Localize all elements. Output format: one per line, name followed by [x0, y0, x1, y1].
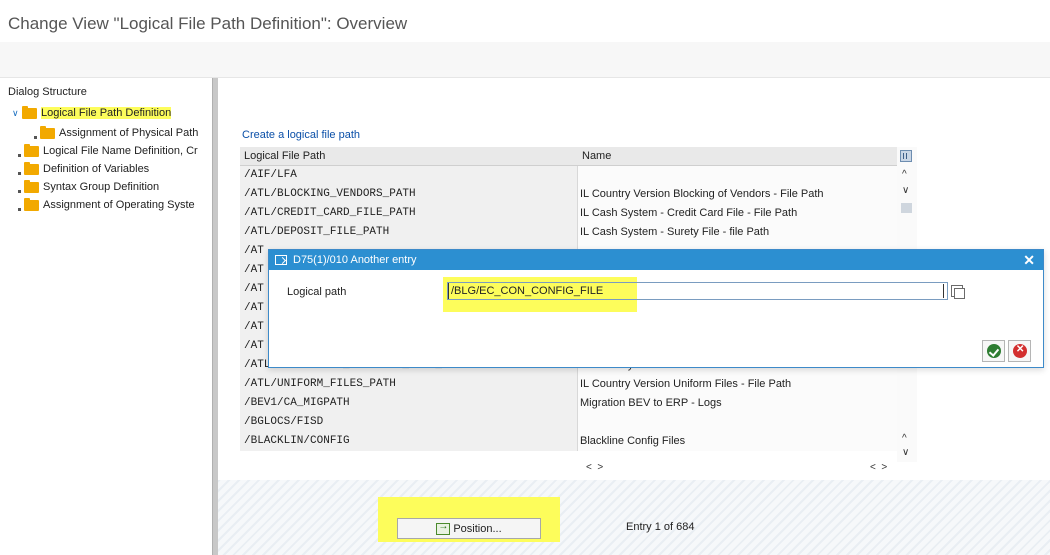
column-header-name[interactable]: Name [578, 147, 897, 166]
tree-item-syntax-group-definition[interactable]: Syntax Group Definition [16, 179, 212, 195]
text-cursor-end [941, 284, 944, 298]
tree-item-label: Logical File Path Definition [41, 107, 172, 119]
table-row[interactable]: /BLACKLIN/CONFIG Blackline Config Files [240, 432, 897, 451]
dialog-structure-heading: Dialog Structure [8, 86, 87, 98]
folder-icon [24, 161, 39, 175]
application-toolbar [0, 42, 1050, 78]
table-row[interactable]: /ATL/CREDIT_CARD_FILE_PATH IL Cash System… [240, 204, 897, 223]
cell-name[interactable]: Blackline Config Files [578, 432, 897, 451]
logical-path-input[interactable]: /BLG/EC_CON_CONFIG_FILE [447, 282, 948, 300]
footer-hatch [218, 480, 1050, 555]
chevron-down-icon[interactable]: ∨ [12, 108, 22, 119]
value-help-icon[interactable] [949, 283, 965, 299]
folder-icon [22, 105, 37, 119]
cell-name[interactable]: IL Country Version Uniform Files - File … [578, 375, 897, 394]
scroll-down-icon[interactable]: ∨ [902, 185, 909, 196]
tree-item-label: Assignment of Operating Syste [43, 199, 195, 211]
logical-path-value: /BLG/EC_CON_CONFIG_FILE [451, 285, 604, 297]
bullet-icon [16, 203, 24, 208]
table-row[interactable]: /ATL/BLOCKING_VENDORS_PATH IL Country Ver… [240, 185, 897, 204]
table-row[interactable]: /BEV1/CA_MIGPATH Migration BEV to ERP - L… [240, 394, 897, 413]
tree-item-label: Assignment of Physical Path [59, 127, 199, 139]
bullet-icon [32, 131, 40, 136]
logical-path-label: Logical path [287, 286, 347, 298]
title-bar: Change View "Logical File Path Definitio… [0, 0, 1050, 42]
position-button[interactable]: Position... [397, 518, 541, 539]
folder-icon [24, 197, 39, 211]
folder-icon [24, 143, 39, 157]
folder-icon [40, 125, 55, 139]
dialog-structure-panel: Dialog Structure ∨ Logical File Path Def… [0, 78, 226, 555]
entry-counter: Entry 1 of 684 [626, 521, 695, 533]
tree-item-definition-of-variables[interactable]: Definition of Variables [16, 161, 212, 177]
tree-item-assignment-operating-system[interactable]: Assignment of Operating Syste [16, 197, 212, 213]
cell-logical-file-path[interactable]: /BEV1/CA_MIGPATH [240, 394, 578, 413]
tree-item-label: Syntax Group Definition [43, 181, 160, 193]
table-row[interactable]: /ATL/DEPOSIT_FILE_PATH IL Cash System - S… [240, 223, 897, 242]
cell-name[interactable] [578, 413, 897, 432]
scroll-up-icon[interactable]: ^ [902, 433, 907, 444]
folder-icon [24, 179, 39, 193]
column-settings-icon[interactable] [900, 150, 912, 162]
position-icon [436, 521, 451, 535]
tree-item-assignment-physical-path[interactable]: Assignment of Physical Path [32, 125, 212, 141]
bullet-icon [16, 185, 24, 190]
create-logical-file-path-link[interactable]: Create a logical file path [242, 129, 360, 141]
cell-name[interactable] [578, 166, 897, 185]
cell-name[interactable]: Migration BEV to ERP - Logs [578, 394, 897, 413]
scroll-down-icon[interactable]: ∨ [902, 447, 909, 458]
cell-logical-file-path[interactable]: /BLACKLIN/CONFIG [240, 432, 578, 451]
tree-item-label: Logical File Name Definition, Cr [43, 145, 198, 157]
position-button-label: Position... [453, 522, 502, 535]
cell-name[interactable]: IL Cash System - Credit Card File - File… [578, 204, 897, 223]
cell-logical-file-path[interactable]: /ATL/DEPOSIT_FILE_PATH [240, 223, 578, 242]
dialog-title-bar: D75(1)/010 Another entry [269, 250, 1043, 270]
table-row[interactable]: /BGLOCS/FISD [240, 413, 897, 432]
horizontal-scroll-arrows-name[interactable]: < > [586, 462, 603, 478]
text-cursor [448, 283, 451, 299]
cancel-button[interactable] [1008, 340, 1031, 362]
tree-item-logical-file-path-definition[interactable]: ∨ Logical File Path Definition [12, 105, 172, 121]
bullet-icon [16, 167, 24, 172]
cell-logical-file-path[interactable]: /BGLOCS/FISD [240, 413, 578, 432]
tree-item-label: Definition of Variables [43, 163, 150, 175]
tree-item-logical-file-name-definition[interactable]: Logical File Name Definition, Cr [16, 143, 212, 159]
cell-logical-file-path[interactable]: /ATL/BLOCKING_VENDORS_PATH [240, 185, 578, 204]
dialog-title: D75(1)/010 Another entry [293, 254, 417, 266]
another-entry-dialog: D75(1)/010 Another entry ✕ Logical path … [268, 249, 1044, 368]
continue-button[interactable] [982, 340, 1005, 362]
table-row[interactable]: /AIF/LFA [240, 166, 897, 185]
cell-logical-file-path[interactable]: /AIF/LFA [240, 166, 578, 185]
cell-logical-file-path[interactable]: /ATL/CREDIT_CARD_FILE_PATH [240, 204, 578, 223]
dialog-icon [275, 255, 287, 265]
page-title: Change View "Logical File Path Definitio… [8, 14, 408, 33]
cell-logical-file-path[interactable]: /ATL/UNIFORM_FILES_PATH [240, 375, 578, 394]
scroll-up-icon[interactable]: ^ [902, 169, 907, 180]
horizontal-scroll-arrows-right[interactable]: < > [870, 462, 887, 478]
table-row[interactable]: /ATL/UNIFORM_FILES_PATH IL Country Versio… [240, 375, 897, 394]
close-icon[interactable]: ✕ [1023, 252, 1035, 269]
cell-name[interactable]: IL Country Version Blocking of Vendors -… [578, 185, 897, 204]
cell-name[interactable]: IL Cash System - Surety File - file Path [578, 223, 897, 242]
scroll-thumb[interactable] [901, 203, 912, 213]
column-header-logical-file-path[interactable]: Logical File Path [240, 147, 578, 166]
bullet-icon [16, 149, 24, 154]
